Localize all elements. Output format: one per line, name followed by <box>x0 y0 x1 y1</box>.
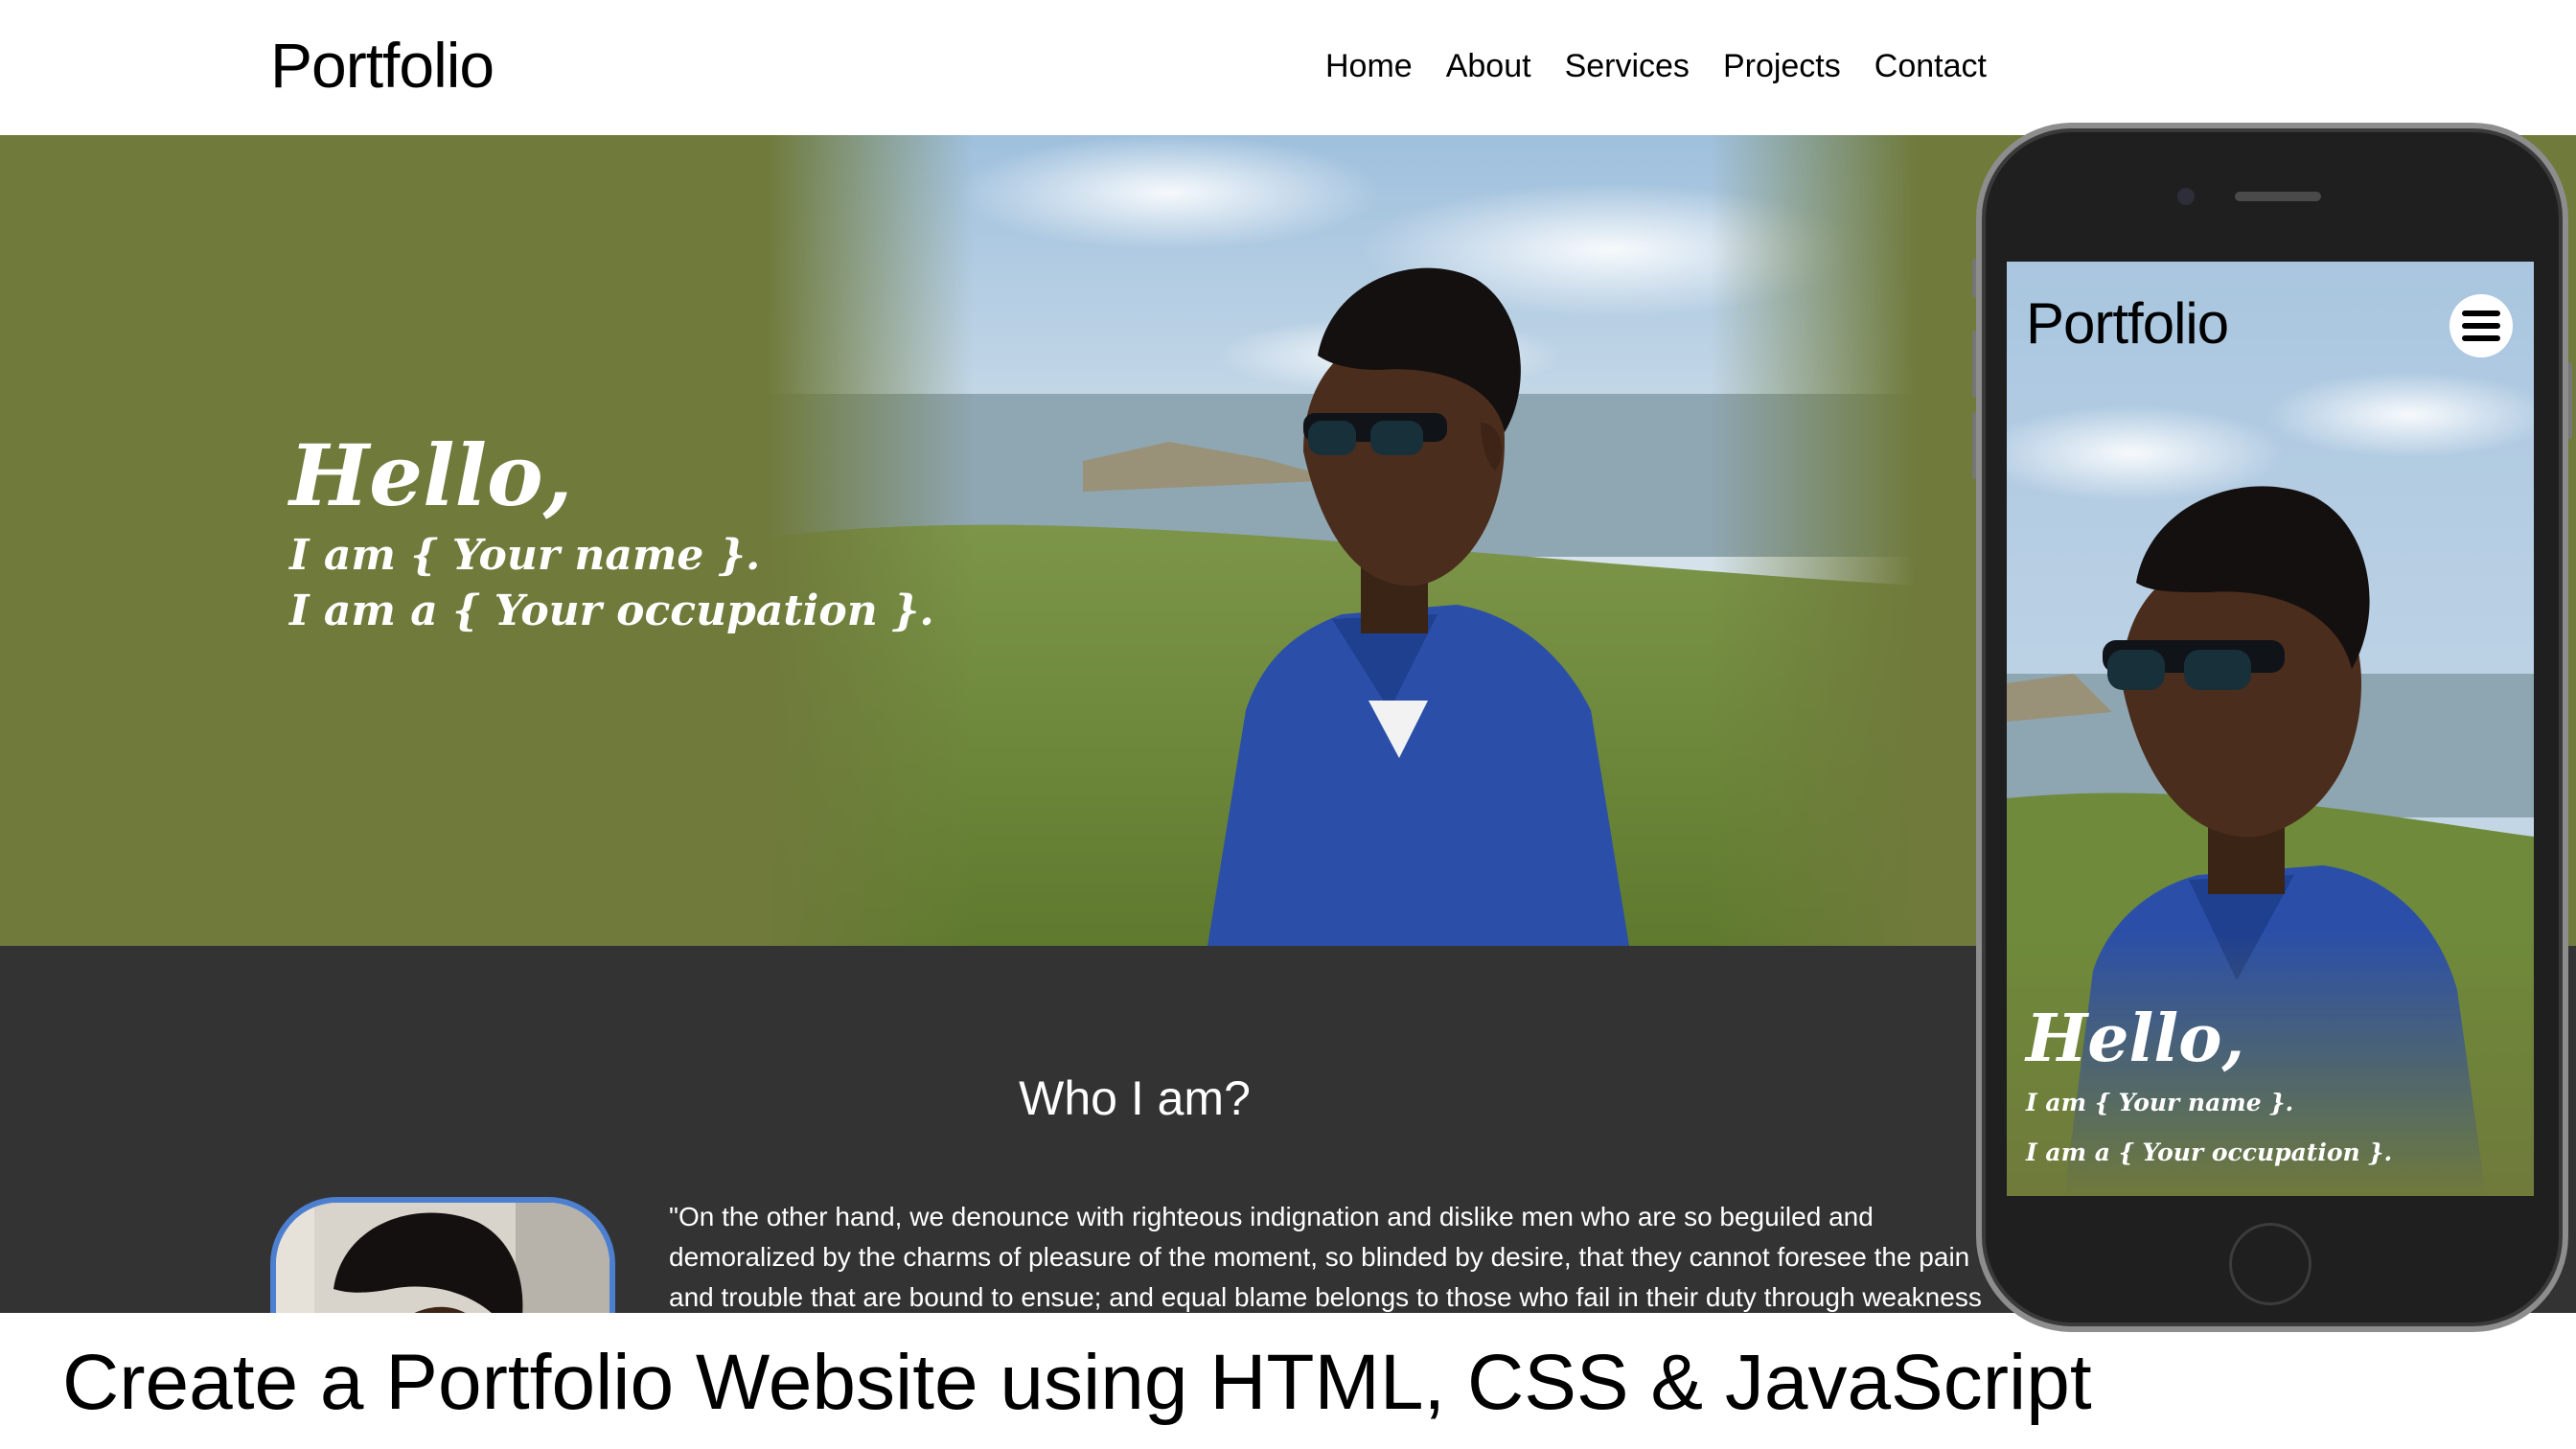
phone-speaker <box>2235 192 2321 201</box>
nav-link-contact[interactable]: Contact <box>1874 48 1987 85</box>
mobile-hero-occupation-line: I am a { Your occupation }. <box>2026 1138 2393 1166</box>
hero-name-line: I am { Your name }. <box>289 531 761 580</box>
hero-hello: Hello, <box>289 426 573 525</box>
nav-menu: Home About Services Projects Contact <box>1325 48 2020 85</box>
mobile-hero-greeting: Hello, I am { Your name }. I am a { Your… <box>2026 1000 2392 1178</box>
phone-home-button <box>2229 1223 2312 1305</box>
hero-greeting: Hello, I am { Your name }. I am a { Your… <box>289 423 934 639</box>
about-avatar <box>270 1197 615 1313</box>
mobile-website: Portfolio Hello, I am { Your name }. I a… <box>2007 262 2534 1196</box>
caption-title: Create a Portfolio Website using HTML, C… <box>62 1339 2092 1426</box>
site-logo[interactable]: Portfolio <box>270 29 494 102</box>
about-avatar-photo <box>276 1203 610 1313</box>
mobile-site-logo[interactable]: Portfolio <box>2026 290 2229 356</box>
nav-link-home[interactable]: Home <box>1325 48 1413 85</box>
navbar: Portfolio Home About Services Projects C… <box>0 0 2576 135</box>
nav-link-projects[interactable]: Projects <box>1723 48 1841 85</box>
hero-occupation-line: I am a { Your occupation }. <box>289 586 934 635</box>
hamburger-menu-icon[interactable] <box>2450 294 2513 357</box>
about-paragraph: "On the other hand, we denounce with rig… <box>669 1202 1982 1312</box>
phone-mockup: Portfolio Hello, I am { Your name }. I a… <box>1976 123 2568 1332</box>
nav-link-about[interactable]: About <box>1446 48 1531 85</box>
hero-photo-fade <box>767 135 1917 946</box>
mobile-hero-name-line: I am { Your name }. <box>2026 1089 2294 1116</box>
nav-link-services[interactable]: Services <box>1565 48 1690 85</box>
about-title: Who I am? <box>1019 1071 1251 1125</box>
mobile-hero-hello: Hello, <box>2026 1000 2245 1077</box>
phone-camera <box>2177 188 2195 205</box>
